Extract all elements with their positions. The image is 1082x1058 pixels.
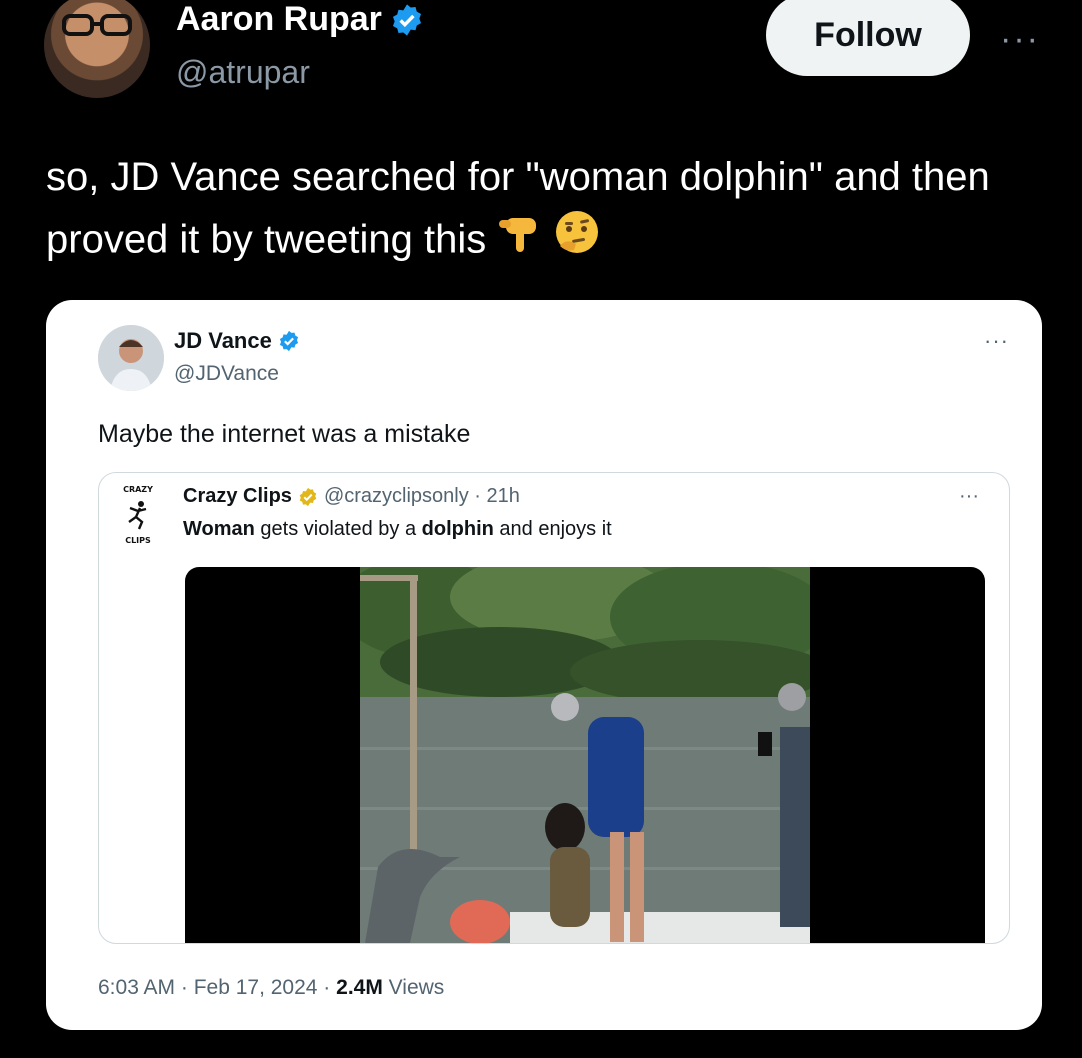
quoted-text-part-2: gets violated by a <box>254 518 422 540</box>
verified-badge-icon <box>392 3 421 36</box>
author-handle[interactable]: @atrupar <box>176 54 310 91</box>
follow-button[interactable]: Follow <box>766 0 970 76</box>
views-label: Views <box>382 976 445 999</box>
quoted-tweet[interactable]: CRAZY CLIPS Crazy Clips @crazyclipsonly … <box>98 472 1010 944</box>
backhand-index-pointing-down-icon <box>496 210 542 274</box>
quoted-author-row[interactable]: Crazy Clips @crazyclipsonly · 21h <box>183 485 520 508</box>
author-avatar[interactable] <box>44 0 150 98</box>
thinking-face-icon <box>552 208 602 276</box>
tweet-text: so, JD Vance searched for "woman dolphin… <box>46 146 1056 276</box>
views-count: 2.4M <box>336 976 383 999</box>
video-still-image <box>360 567 810 943</box>
tweet-timestamp: 6:03 AM · Feb 17, 2024 · 2.4M Views <box>98 976 444 1000</box>
quoted-tweet-text: Woman gets violated by a dolphin and enj… <box>183 518 612 541</box>
timestamp-text: 6:03 AM · Feb 17, 2024 · <box>98 976 337 999</box>
quoted-text-bold-1: Woman <box>183 518 255 540</box>
embedded-tweet-text: Maybe the internet was a mistake <box>98 420 471 448</box>
jd-name-row[interactable]: JD Vance <box>174 328 300 354</box>
more-options-icon[interactable]: ··· <box>1000 20 1040 59</box>
author-name[interactable]: Aaron Rupar <box>176 0 382 39</box>
quoted-text-part-4: and enjoys it <box>493 518 612 540</box>
more-options-icon[interactable]: ··· <box>959 485 979 508</box>
quoted-author-name[interactable]: Crazy Clips <box>183 485 292 508</box>
logo-bottom-text: CLIPS <box>125 536 151 545</box>
embedded-tweet-card[interactable]: JD Vance @JDVance ··· Maybe the internet… <box>46 300 1042 1030</box>
stick-figure-icon <box>128 501 147 530</box>
quoted-author-meta[interactable]: @crazyclipsonly · 21h <box>324 485 520 508</box>
logo-top-text: CRAZY <box>123 485 153 494</box>
jd-handle[interactable]: @JDVance <box>174 362 279 386</box>
more-options-icon[interactable]: ··· <box>984 328 1009 354</box>
crazy-clips-logo: CRAZY CLIPS <box>117 485 159 545</box>
author-name-row[interactable]: Aaron Rupar <box>176 0 424 39</box>
jd-avatar[interactable] <box>98 325 164 391</box>
jd-name[interactable]: JD Vance <box>174 328 272 354</box>
glasses-graphic <box>62 14 132 36</box>
quoted-text-bold-2: dolphin <box>421 518 494 540</box>
verified-gold-badge-icon <box>299 487 317 506</box>
video-frame[interactable] <box>360 567 810 943</box>
verified-badge-icon <box>279 330 298 352</box>
video-player[interactable] <box>185 567 985 943</box>
